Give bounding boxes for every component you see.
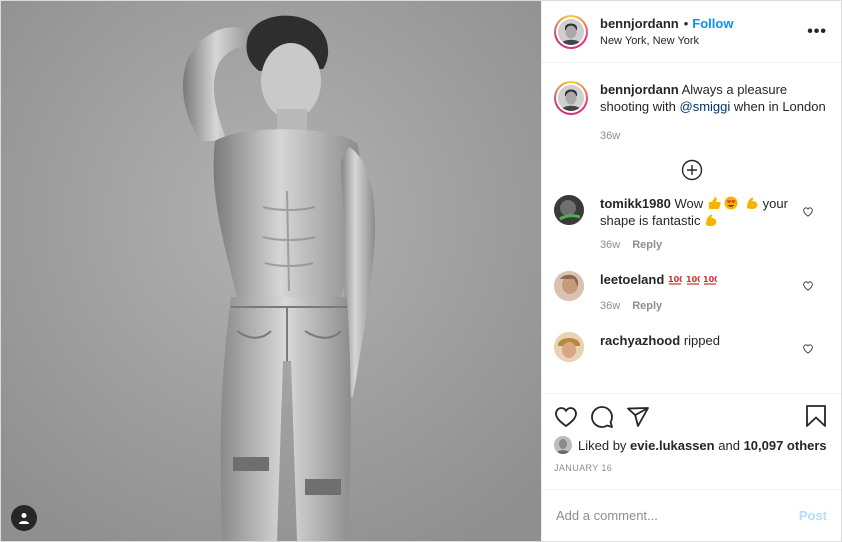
like-heart-icon[interactable]	[554, 405, 578, 429]
post-caption: bennjordann Always a pleasure shooting w…	[542, 63, 841, 145]
commenter-avatar[interactable]	[554, 271, 584, 301]
hundred-points-emoji-icon: 100	[703, 275, 717, 285]
reply-button[interactable]: Reply	[632, 239, 662, 251]
hundred-points-emoji-icon: 100	[668, 275, 682, 285]
post-location[interactable]: New York, New York	[600, 35, 807, 47]
likes-user[interactable]: evie.lukassen	[630, 438, 715, 453]
add-comment-input[interactable]: Add a comment...	[556, 508, 799, 523]
post-date[interactable]: JANUARY 16	[554, 463, 827, 473]
like-comment-heart-icon[interactable]	[803, 281, 813, 291]
liker-avatar	[554, 436, 572, 454]
svg-text:100: 100	[703, 275, 717, 284]
comment-item: tomikk1980 Wow your shape is fantastic 3…	[542, 195, 841, 254]
comment-item: leetoeland 100 100 100 36w Reply	[542, 271, 841, 315]
like-comment-heart-icon[interactable]	[803, 344, 813, 354]
comment-username[interactable]: rachyazhood	[600, 333, 680, 348]
instagram-post-modal: bennjordann • Follow New York, New York ••…	[0, 0, 842, 542]
hundred-points-emoji-icon: 100	[686, 275, 700, 285]
comments-list[interactable]: bennjordann Always a pleasure shooting w…	[542, 63, 841, 393]
post-header: bennjordann • Follow New York, New York ••…	[542, 1, 841, 63]
photo-illustration	[1, 1, 541, 541]
tagged-users-button[interactable]	[11, 505, 37, 531]
caption-username[interactable]: bennjordann	[600, 82, 679, 97]
author-avatar-ring[interactable]	[554, 14, 588, 49]
caption-age[interactable]: 36w	[600, 130, 620, 142]
comment-age[interactable]: 36w	[600, 300, 620, 312]
load-more-comments-button[interactable]	[542, 159, 841, 181]
author-username[interactable]: bennjordann	[600, 16, 679, 31]
reply-button[interactable]: Reply	[632, 300, 662, 312]
save-bookmark-icon[interactable]	[805, 404, 827, 433]
like-comment-heart-icon[interactable]	[803, 207, 813, 217]
caption-mention-link[interactable]: @smiggi	[680, 99, 731, 114]
comment-bubble-icon[interactable]	[590, 405, 614, 429]
caption-avatar-ring[interactable]	[554, 81, 588, 115]
likes-conjunction: and	[718, 437, 740, 453]
comment-username[interactable]: tomikk1980	[600, 196, 671, 211]
more-options-icon[interactable]: •••	[807, 23, 827, 40]
likes-count[interactable]: 10,097 others	[744, 438, 827, 453]
plus-circle-icon	[681, 159, 702, 181]
header-separator: •	[683, 16, 689, 31]
comment-text-start: Wow	[674, 196, 704, 211]
caption-text-after: when in London	[733, 99, 826, 114]
svg-text:100: 100	[686, 275, 700, 284]
comment-item: rachyazhood ripped	[542, 332, 841, 362]
user-icon	[19, 513, 29, 524]
flexed-biceps-emoji-icon	[746, 197, 758, 210]
post-comment-button[interactable]: Post	[799, 508, 827, 523]
follow-button[interactable]: Follow	[692, 16, 733, 31]
svg-text:100: 100	[668, 275, 682, 284]
post-actions: Liked by evie.lukassen and 10,097 others…	[542, 393, 841, 489]
add-comment-bar: Add a comment... Post	[542, 489, 841, 541]
comment-age[interactable]: 36w	[600, 239, 620, 251]
commenter-avatar[interactable]	[554, 195, 584, 225]
share-paper-plane-icon[interactable]	[626, 405, 650, 429]
thumbs-up-emoji-icon	[708, 197, 721, 209]
likes-prefix: Liked by	[578, 437, 627, 453]
heart-eyes-emoji-icon	[724, 196, 738, 210]
post-side-panel: bennjordann • Follow New York, New York ••…	[541, 1, 841, 541]
commenter-avatar[interactable]	[554, 332, 584, 362]
author-avatar	[558, 18, 584, 45]
likes-summary[interactable]: Liked by evie.lukassen and 10,097 others	[554, 436, 827, 454]
flexed-biceps-emoji-icon	[706, 214, 717, 227]
post-photo[interactable]	[1, 1, 541, 541]
comment-username[interactable]: leetoeland	[600, 272, 664, 287]
comment-text: ripped	[683, 333, 720, 348]
caption-avatar	[558, 85, 584, 111]
